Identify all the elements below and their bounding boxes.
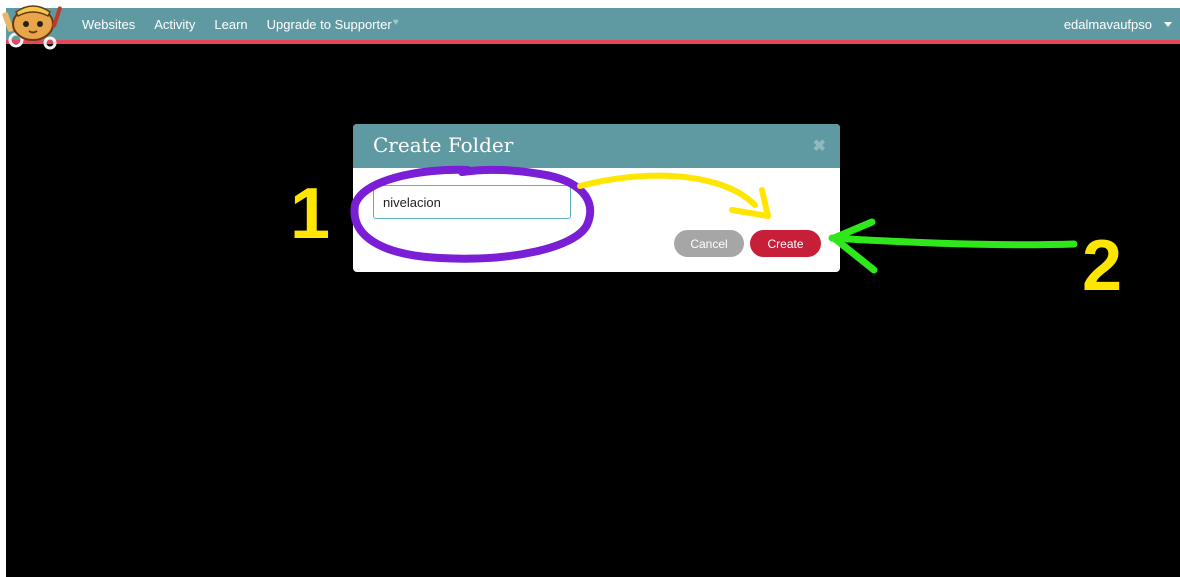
- modal-header: Create Folder ✖: [353, 124, 840, 168]
- top-navbar: Websites Activity Learn Upgrade to Suppo…: [6, 8, 1180, 44]
- nav-activity[interactable]: Activity: [154, 17, 195, 32]
- heart-icon: ♥: [392, 16, 399, 28]
- nav-upgrade-label: Upgrade to Supporter: [266, 16, 392, 32]
- nav-upgrade[interactable]: Upgrade to Supporter♥: [267, 17, 399, 32]
- cat-mascot-logo[interactable]: [2, 2, 64, 52]
- create-button[interactable]: Create: [750, 230, 821, 257]
- logo-paintbrush: [52, 6, 62, 28]
- modal-title: Create Folder: [373, 133, 514, 157]
- app-screen: Websites Activity Learn Upgrade to Suppo…: [6, 8, 1180, 577]
- username: edalmavaufpso: [1063, 16, 1152, 32]
- logo-wrench-ring-right: [43, 36, 57, 50]
- logo-eye-left: [23, 21, 29, 27]
- nav-websites[interactable]: Websites: [82, 17, 135, 32]
- nav-links: Websites Activity Learn Upgrade to Suppo…: [82, 8, 418, 40]
- cancel-button[interactable]: Cancel: [674, 230, 744, 257]
- nav-learn[interactable]: Learn: [214, 17, 247, 32]
- caret-down-icon: [1164, 21, 1172, 27]
- create-folder-modal: Create Folder ✖ Cancel Create: [353, 124, 840, 272]
- folder-name-input[interactable]: [373, 185, 571, 219]
- user-menu[interactable]: edalmavaufpso: [1064, 8, 1172, 40]
- logo-eye-right: [37, 21, 43, 27]
- close-icon[interactable]: ✖: [813, 136, 826, 156]
